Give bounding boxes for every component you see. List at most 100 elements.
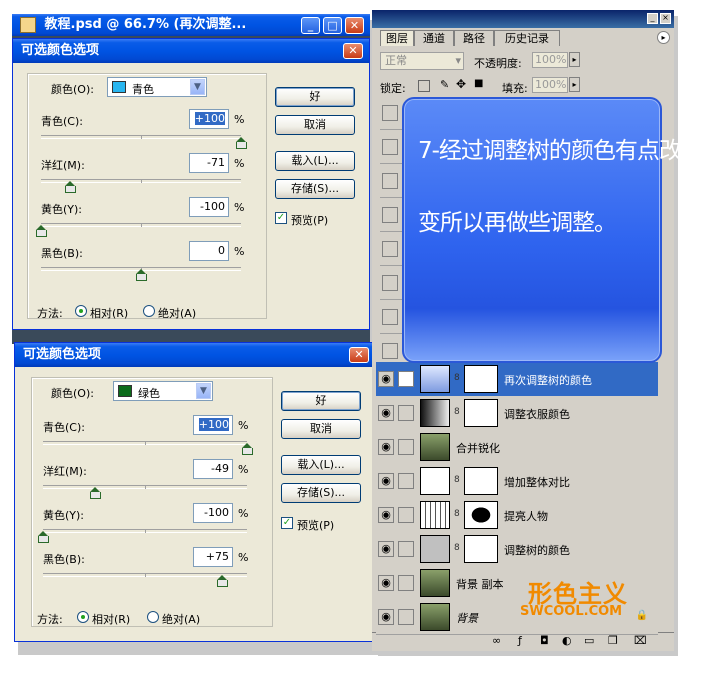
dialog-close-button[interactable]: ✕ <box>343 43 363 59</box>
value-field[interactable]: +75 <box>193 547 233 567</box>
dialog-close-button[interactable]: ✕ <box>349 347 369 363</box>
opacity-arrow-icon[interactable]: ▸ <box>569 52 580 67</box>
chevron-down-icon[interactable]: ▼ <box>196 383 211 399</box>
percent-unit: % <box>234 157 245 170</box>
tab-paths[interactable]: 路径 <box>454 30 494 46</box>
tab-layers[interactable]: 图层 <box>380 30 414 46</box>
visibility-toggle[interactable] <box>382 275 398 291</box>
save-button[interactable]: 存储(S)... <box>281 483 361 503</box>
cancel-button[interactable]: 取消 <box>275 115 355 135</box>
tab-channels[interactable]: 通道 <box>414 30 454 46</box>
selective-color-dialog-1: 可选颜色选项 ✕ 颜色(O): 青色 ▼ 好 取消 载入(L)... 存储(S)… <box>12 38 370 330</box>
value-text: +100 <box>194 112 225 125</box>
value-slider[interactable] <box>43 441 253 455</box>
layer-row[interactable]: ◉ 8 调整衣服颜色 <box>376 396 658 431</box>
value-slider[interactable] <box>36 223 241 237</box>
new-layer-icon[interactable]: ❐ <box>608 634 618 647</box>
visibility-toggle[interactable] <box>382 241 398 257</box>
minimize-icon[interactable]: _ <box>647 13 658 24</box>
layer-status-icon <box>398 575 414 591</box>
layer-style-icon[interactable]: ƒ <box>518 634 522 647</box>
dialog-title: 可选颜色选项 ✕ <box>15 343 375 367</box>
close-icon[interactable]: × <box>660 13 671 24</box>
eye-icon[interactable]: ◉ <box>378 609 394 625</box>
minimize-button[interactable]: _ <box>301 17 320 34</box>
eye-icon[interactable]: ◉ <box>378 473 394 489</box>
lock-move-icon[interactable]: ✥ <box>456 77 466 91</box>
relative-radio[interactable] <box>77 611 89 623</box>
ok-button[interactable]: 好 <box>281 391 361 411</box>
adjustment-icon[interactable]: ◐ <box>562 634 572 647</box>
cancel-button[interactable]: 取消 <box>281 419 361 439</box>
value-field[interactable]: -49 <box>193 459 233 479</box>
slider-tick <box>141 136 142 139</box>
eye-icon[interactable]: ◉ <box>378 439 394 455</box>
eye-icon[interactable]: ◉ <box>378 405 394 421</box>
value-slider[interactable] <box>41 267 241 281</box>
percent-unit: % <box>234 245 245 258</box>
absolute-radio[interactable] <box>147 611 159 623</box>
layer-status-icon <box>398 439 414 455</box>
visibility-toggle[interactable] <box>382 139 398 155</box>
layer-row[interactable]: ◉ 合并锐化 <box>376 430 658 465</box>
value-field[interactable]: -100 <box>189 197 229 217</box>
layer-row[interactable]: ◉ 8 提亮人物 <box>376 498 658 533</box>
tab-history[interactable]: 历史记录 <box>494 30 560 46</box>
chevron-down-icon[interactable]: ▼ <box>190 79 205 95</box>
ok-button[interactable]: 好 <box>275 87 355 107</box>
layer-row[interactable]: ◉ 8 增加整体对比 <box>376 464 658 499</box>
layer-row[interactable]: ◉ 8 调整树的颜色 <box>376 532 658 567</box>
visibility-toggle[interactable] <box>382 309 398 325</box>
value-slider[interactable] <box>43 573 247 587</box>
value-field[interactable]: 0 <box>189 241 229 261</box>
value-slider[interactable] <box>41 135 247 149</box>
blend-mode-select[interactable]: 正常 ▾ <box>380 52 464 70</box>
eye-icon[interactable]: ◉ <box>378 575 394 591</box>
folder-icon[interactable]: ▭ <box>584 634 594 647</box>
visibility-toggle[interactable] <box>382 343 398 359</box>
mask-icon[interactable]: ◘ <box>540 634 549 647</box>
preview-checkbox[interactable]: ✓ <box>275 212 287 224</box>
chain-icon[interactable]: 8 <box>454 543 460 553</box>
layer-row[interactable]: ◉ 8 再次调整树的颜色 <box>376 362 658 397</box>
color-select[interactable]: 绿色 ▼ <box>113 381 213 401</box>
eye-icon[interactable]: ◉ <box>378 507 394 523</box>
lock-brush-icon[interactable]: ✎ <box>440 78 449 91</box>
value-slider[interactable] <box>38 529 247 543</box>
value-field[interactable]: -100 <box>193 503 233 523</box>
eye-icon[interactable]: ◉ <box>378 371 394 387</box>
value-field[interactable]: +100 <box>193 415 233 435</box>
visibility-toggle[interactable] <box>382 207 398 223</box>
chain-icon[interactable]: 8 <box>454 373 460 383</box>
maximize-button[interactable]: □ <box>323 17 342 34</box>
value-slider[interactable] <box>41 179 241 193</box>
load-button[interactable]: 载入(L)... <box>281 455 361 475</box>
color-select[interactable]: 青色 ▼ <box>107 77 207 97</box>
preview-checkbox[interactable]: ✓ <box>281 517 293 529</box>
relative-radio[interactable] <box>75 305 87 317</box>
fill-arrow-icon[interactable]: ▸ <box>569 77 580 92</box>
link-layers-icon[interactable]: ∞ <box>492 634 501 647</box>
lock-transparent-icon[interactable] <box>418 80 430 92</box>
chain-icon[interactable]: 8 <box>454 475 460 485</box>
lock-all-icon[interactable]: ■ <box>474 78 483 89</box>
layer-mask-thumbnail <box>464 535 498 563</box>
value-field[interactable]: +100 <box>189 109 229 129</box>
chain-icon[interactable]: 8 <box>454 407 460 417</box>
absolute-radio[interactable] <box>143 305 155 317</box>
trash-icon[interactable]: ⌧ <box>634 634 647 647</box>
close-button[interactable]: ✕ <box>345 17 364 34</box>
fill-field[interactable]: 100% <box>532 77 568 93</box>
value-field[interactable]: -71 <box>189 153 229 173</box>
value-slider[interactable] <box>43 485 247 499</box>
panel-menu-icon[interactable]: ▸ <box>657 31 670 44</box>
opacity-field[interactable]: 100% <box>532 52 568 68</box>
load-button[interactable]: 载入(L)... <box>275 151 355 171</box>
preview-label: 预览(P) <box>291 214 329 227</box>
eye-icon[interactable]: ◉ <box>378 541 394 557</box>
save-button[interactable]: 存储(S)... <box>275 179 355 199</box>
visibility-toggle[interactable] <box>382 173 398 189</box>
chain-icon[interactable]: 8 <box>454 509 460 519</box>
layer-thumbnail <box>420 501 450 529</box>
visibility-toggle[interactable] <box>382 105 398 121</box>
